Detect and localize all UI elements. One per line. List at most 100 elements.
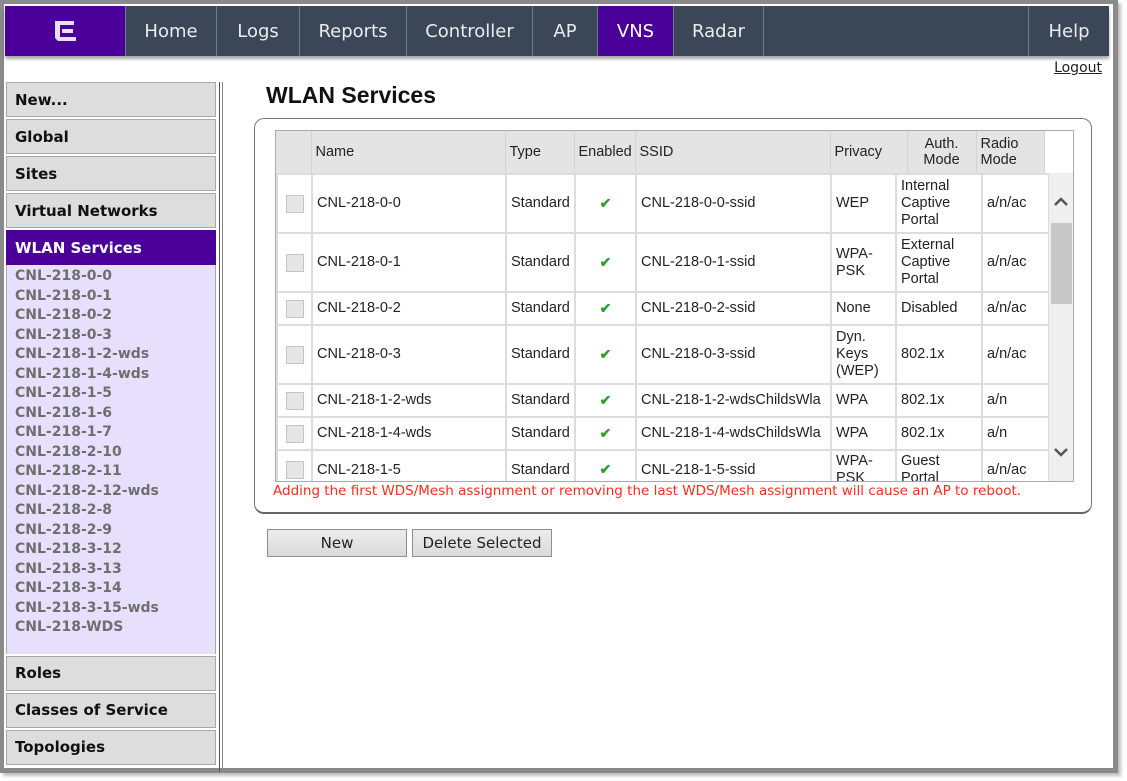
wlan-service-link[interactable]: CNL-218-2-12-wds bbox=[15, 482, 215, 502]
nav-vns[interactable]: VNS bbox=[598, 6, 674, 56]
wlan-service-link[interactable]: CNL-218-3-15-wds bbox=[15, 599, 215, 619]
nav-reports[interactable]: Reports bbox=[300, 6, 407, 56]
scroll-thumb[interactable] bbox=[1051, 223, 1072, 304]
row-select-cell bbox=[276, 291, 313, 326]
check-icon: ✔ bbox=[599, 424, 612, 441]
sidebar-divider[interactable] bbox=[219, 82, 223, 772]
row-checkbox[interactable] bbox=[285, 253, 304, 272]
wlan-service-link[interactable]: CNL-218-1-5 bbox=[15, 384, 215, 404]
table-row[interactable]: CNL-218-1-2-wds Standard ✔ CNL-218-1-2-wdsC… bbox=[276, 383, 1051, 418]
wlan-service-link[interactable]: CNL-218-1-2-wds bbox=[15, 345, 215, 365]
wlan-service-link[interactable]: CNL-218-3-12 bbox=[15, 540, 215, 560]
wlan-services-list: CNL-218-0-0 CNL-218-0-1 CNL-218-0-2 CNL-218… bbox=[6, 265, 216, 654]
row-checkbox[interactable] bbox=[285, 194, 304, 213]
row-checkbox[interactable] bbox=[285, 299, 304, 318]
row-select-cell bbox=[276, 232, 313, 293]
cell-radio-mode: a/n/ac bbox=[981, 173, 1051, 234]
wlan-service-link[interactable]: CNL-218-1-6 bbox=[15, 404, 215, 424]
col-enabled[interactable]: Enabled bbox=[574, 131, 636, 173]
cell-radio-mode: a/n/ac bbox=[981, 449, 1051, 481]
col-ssid[interactable]: SSID bbox=[635, 131, 831, 173]
wlan-service-link[interactable]: CNL-218-2-8 bbox=[15, 501, 215, 521]
chevron-up-icon bbox=[1054, 197, 1068, 206]
sidebar-item-wlan-services[interactable]: WLAN Services bbox=[6, 230, 216, 265]
home-logo[interactable] bbox=[5, 6, 126, 56]
cell-enabled: ✔ bbox=[574, 416, 637, 451]
cell-radio-mode: a/n bbox=[981, 416, 1051, 451]
row-select-cell bbox=[276, 416, 313, 451]
nav-home[interactable]: Home bbox=[126, 6, 217, 56]
new-button[interactable]: New bbox=[267, 529, 407, 557]
check-icon: ✔ bbox=[599, 253, 612, 270]
col-auth-mode[interactable]: Auth. Mode bbox=[907, 131, 977, 173]
cell-name[interactable]: CNL-218-0-0 bbox=[311, 173, 507, 234]
row-checkbox[interactable] bbox=[285, 461, 304, 479]
cell-privacy: WPA bbox=[830, 416, 897, 451]
sidebar-item-global[interactable]: Global bbox=[6, 119, 216, 154]
wlan-service-link[interactable]: CNL-218-0-0 bbox=[15, 267, 215, 287]
cell-name[interactable]: CNL-218-1-5 bbox=[311, 449, 507, 481]
cell-ssid: CNL-218-0-2-ssid bbox=[635, 291, 832, 326]
sidebar-item-classes-of-service[interactable]: Classes of Service bbox=[6, 692, 216, 728]
cell-name[interactable]: CNL-218-0-3 bbox=[311, 324, 507, 385]
col-type[interactable]: Type bbox=[505, 131, 575, 173]
nav-controller[interactable]: Controller bbox=[407, 6, 533, 56]
check-icon: ✔ bbox=[599, 194, 612, 211]
cell-ssid: CNL-218-1-2-wdsChildsWla bbox=[635, 383, 832, 418]
cell-radio-mode: a/n bbox=[981, 383, 1051, 418]
cell-name[interactable]: CNL-218-0-1 bbox=[311, 232, 507, 293]
row-checkbox[interactable] bbox=[285, 391, 304, 410]
table-row[interactable]: CNL-218-1-4-wds Standard ✔ CNL-218-1-4-wdsC… bbox=[276, 416, 1051, 451]
cell-type: Standard bbox=[505, 173, 576, 234]
nav-help[interactable]: Help bbox=[1029, 6, 1109, 56]
cell-ssid: CNL-218-0-1-ssid bbox=[635, 232, 832, 293]
table-row[interactable]: CNL-218-0-1 Standard ✔ CNL-218-0-1-ssid WPA-… bbox=[276, 232, 1051, 293]
nav-ap[interactable]: AP bbox=[533, 6, 598, 56]
sidebar-item-virtual-networks[interactable]: Virtual Networks bbox=[6, 193, 216, 228]
chevron-down-icon bbox=[1054, 448, 1068, 457]
row-checkbox[interactable] bbox=[285, 345, 304, 364]
wlan-service-link[interactable]: CNL-218-0-2 bbox=[15, 306, 215, 326]
check-icon: ✔ bbox=[599, 299, 612, 316]
wlan-services-table: Name Type Enabled SSID Privacy Auth. Mod… bbox=[275, 130, 1074, 482]
cell-privacy: WPA bbox=[830, 383, 897, 418]
cell-name[interactable]: CNL-218-1-4-wds bbox=[311, 416, 507, 451]
cell-name[interactable]: CNL-218-1-2-wds bbox=[311, 383, 507, 418]
wlan-service-link[interactable]: CNL-218-2-10 bbox=[15, 443, 215, 463]
cell-type: Standard bbox=[505, 291, 576, 326]
logout-link[interactable]: Logout bbox=[1054, 60, 1102, 76]
row-checkbox[interactable] bbox=[285, 424, 304, 443]
table-row[interactable]: CNL-218-1-5 Standard ✔ CNL-218-1-5-ssid WPA-… bbox=[276, 449, 1051, 481]
wlan-service-link[interactable]: CNL-218-1-4-wds bbox=[15, 365, 215, 385]
sidebar-item-roles[interactable]: Roles bbox=[6, 655, 216, 691]
table-row[interactable]: CNL-218-0-0 Standard ✔ CNL-218-0-0-ssid WEP I… bbox=[276, 173, 1051, 234]
col-privacy[interactable]: Privacy bbox=[830, 131, 908, 173]
nav-logs[interactable]: Logs bbox=[217, 6, 300, 56]
col-radio-mode[interactable]: Radio Mode bbox=[976, 131, 1045, 173]
wlan-service-link[interactable]: CNL-218-0-1 bbox=[15, 287, 215, 307]
cell-enabled: ✔ bbox=[574, 449, 637, 481]
check-icon: ✔ bbox=[599, 345, 612, 362]
sidebar-item-sites[interactable]: Sites bbox=[6, 156, 216, 191]
wlan-service-link[interactable]: CNL-218-WDS bbox=[15, 618, 215, 638]
wlan-service-link[interactable]: CNL-218-3-13 bbox=[15, 560, 215, 580]
wds-warning-message: Adding the first WDS/Mesh assignment or … bbox=[273, 483, 1022, 499]
nav-radar[interactable]: Radar bbox=[674, 6, 764, 56]
sidebar-item-new[interactable]: New... bbox=[6, 82, 216, 117]
cell-radio-mode: a/n/ac bbox=[981, 324, 1051, 385]
delete-selected-button[interactable]: Delete Selected bbox=[412, 529, 552, 557]
wlan-service-link[interactable]: CNL-218-3-14 bbox=[15, 579, 215, 599]
table-scrollbar[interactable] bbox=[1048, 173, 1073, 481]
cell-enabled: ✔ bbox=[574, 291, 637, 326]
scroll-down-button[interactable] bbox=[1049, 441, 1073, 465]
wlan-service-link[interactable]: CNL-218-2-11 bbox=[15, 462, 215, 482]
table-row[interactable]: CNL-218-0-3 Standard ✔ CNL-218-0-3-ssid Dyn.… bbox=[276, 324, 1051, 385]
cell-name[interactable]: CNL-218-0-2 bbox=[311, 291, 507, 326]
wlan-service-link[interactable]: CNL-218-1-7 bbox=[15, 423, 215, 443]
wlan-service-link[interactable]: CNL-218-0-3 bbox=[15, 326, 215, 346]
wlan-service-link[interactable]: CNL-218-2-9 bbox=[15, 521, 215, 541]
scroll-up-button[interactable] bbox=[1049, 189, 1073, 213]
sidebar-item-topologies[interactable]: Topologies bbox=[6, 729, 216, 765]
col-name[interactable]: Name bbox=[311, 131, 506, 173]
table-row[interactable]: CNL-218-0-2 Standard ✔ CNL-218-0-2-ssid None… bbox=[276, 291, 1051, 326]
